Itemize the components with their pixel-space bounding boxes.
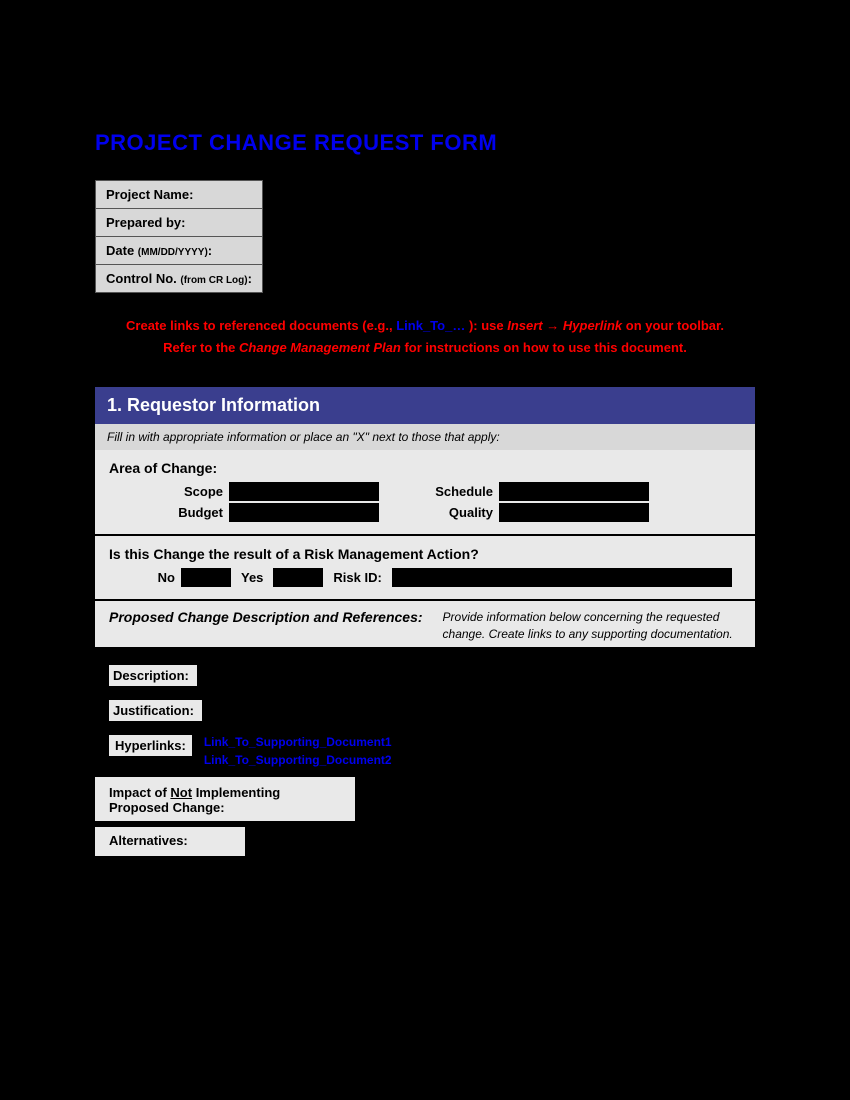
yes-checkbox[interactable] <box>273 568 323 587</box>
project-name-label: Project Name: <box>96 181 263 209</box>
impact-prefix: Impact of <box>109 785 170 800</box>
control-prefix: Control No. <box>106 271 180 286</box>
quality-label: Quality <box>379 505 499 520</box>
no-checkbox[interactable] <box>181 568 231 587</box>
date-suffix: : <box>208 243 212 258</box>
instr1-insert: Insert <box>507 318 542 333</box>
no-label: No <box>109 570 175 585</box>
proposed-change-header: Proposed Change Description and Referenc… <box>95 601 755 647</box>
instr1-a: Create links to referenced documents (e.… <box>126 318 396 333</box>
arrow-icon: → <box>546 318 559 333</box>
requestor-section: 1. Requestor Information Fill in with ap… <box>95 387 755 856</box>
instructions-block: Create links to referenced documents (e.… <box>95 315 755 359</box>
risk-panel: Is this Change the result of a Risk Mana… <box>95 536 755 601</box>
instr1-c: on your toolbar. <box>622 318 724 333</box>
schedule-label: Schedule <box>379 484 499 499</box>
description-row: Description: <box>95 647 755 694</box>
instr2-b: for instructions on how to use this docu… <box>401 340 687 355</box>
budget-label: Budget <box>109 505 229 520</box>
supporting-doc-link-2[interactable]: Link_To_Supporting_Document2 <box>204 753 392 767</box>
risk-question: Is this Change the result of a Risk Mana… <box>109 546 741 562</box>
control-suffix: : <box>248 271 252 286</box>
alternatives-label: Alternatives: <box>109 833 188 848</box>
instr2-plan: Change Management Plan <box>239 340 401 355</box>
quality-checkbox[interactable] <box>499 503 649 522</box>
supporting-doc-link-1[interactable]: Link_To_Supporting_Document1 <box>204 735 392 749</box>
proposed-help: Provide information below concerning the… <box>443 609 741 643</box>
date-sub: (MM/DD/YYYY) <box>138 247 208 258</box>
document-title: PROJECT CHANGE REQUEST FORM <box>95 130 755 156</box>
meta-table: Project Name: Prepared by: Date (MM/DD/Y… <box>95 180 263 293</box>
risk-id-label: Risk ID: <box>329 570 385 585</box>
section-header: 1. Requestor Information <box>95 387 755 424</box>
risk-id-input[interactable] <box>392 568 732 587</box>
prepared-by-label: Prepared by: <box>96 209 263 237</box>
scope-label: Scope <box>109 484 229 499</box>
description-label: Description: <box>109 665 197 686</box>
instr2-a: Refer to the <box>163 340 239 355</box>
impact-not: Not <box>170 785 192 800</box>
yes-label: Yes <box>237 570 267 585</box>
budget-checkbox[interactable] <box>229 503 379 522</box>
instr1-link-sample: Link_To_… <box>396 318 465 333</box>
area-of-change-panel: Area of Change: Scope Schedule Budget Qu… <box>95 450 755 536</box>
date-prefix: Date <box>106 243 138 258</box>
impact-block: Impact of Not Implementing Proposed Chan… <box>95 777 355 821</box>
proposed-heading: Proposed Change Description and Referenc… <box>109 609 423 625</box>
section-subtitle: Fill in with appropriate information or … <box>95 424 755 450</box>
scope-checkbox[interactable] <box>229 482 379 501</box>
hyperlinks-label: Hyperlinks: <box>109 735 192 756</box>
instr1-hyperlink: Hyperlink <box>563 318 622 333</box>
justification-row: Justification: <box>95 694 755 729</box>
area-of-change-title: Area of Change: <box>109 460 741 476</box>
control-no-label: Control No. (from CR Log): <box>96 265 263 293</box>
schedule-checkbox[interactable] <box>499 482 649 501</box>
date-label: Date (MM/DD/YYYY): <box>96 237 263 265</box>
hyperlinks-row: Hyperlinks: Link_To_Supporting_Document1… <box>95 729 755 777</box>
justification-label: Justification: <box>109 700 202 721</box>
alternatives-block: Alternatives: <box>95 827 245 856</box>
instr1-b: ): use <box>465 318 507 333</box>
control-sub: (from CR Log) <box>180 275 247 286</box>
